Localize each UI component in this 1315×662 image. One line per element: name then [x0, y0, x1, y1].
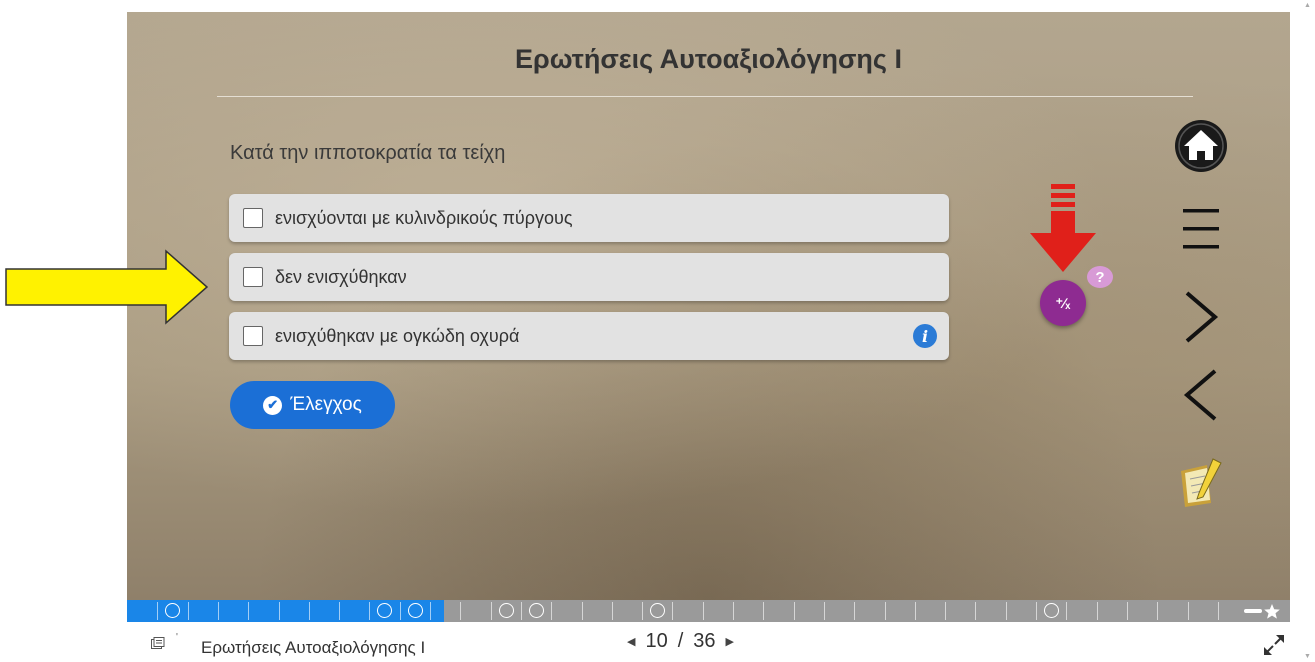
next-arrow-icon[interactable] — [1183, 289, 1219, 345]
progress-tick — [885, 602, 886, 620]
progress-tick — [309, 602, 310, 620]
progress-tick — [794, 602, 795, 620]
answer-option-2[interactable]: δεν ενισχύθηκαν — [229, 253, 949, 301]
progress-marker[interactable] — [650, 603, 665, 618]
option-checkbox[interactable] — [243, 208, 263, 228]
progress-tick — [551, 602, 552, 620]
total-pages: 36 — [693, 630, 716, 652]
progress-tick — [188, 602, 189, 620]
progress-tick — [642, 602, 643, 620]
progress-tick — [854, 602, 855, 620]
option-checkbox[interactable] — [243, 267, 263, 287]
bookmark-star-icon[interactable] — [1242, 602, 1282, 620]
progress-tick — [339, 602, 340, 620]
progress-tick — [279, 602, 280, 620]
prev-page-icon[interactable]: ◀ — [627, 635, 635, 648]
answer-option-1[interactable]: ενισχύονται με κυλινδρικούς πύργους — [229, 194, 949, 242]
red-down-arrow-icon — [1030, 184, 1096, 272]
progress-marker[interactable] — [529, 603, 544, 618]
progress-marker[interactable] — [377, 603, 392, 618]
progress-tick — [1066, 602, 1067, 620]
progress-tick — [460, 602, 461, 620]
progress-tick — [763, 602, 764, 620]
slide-canvas: Ερωτήσεις Αυτοαξιολόγησης Ι Κατά την ιππ… — [127, 12, 1290, 600]
notes-icon[interactable] — [1177, 457, 1227, 509]
progress-tick — [612, 602, 613, 620]
prev-arrow-icon[interactable] — [1183, 367, 1219, 423]
option-label: ενισχύονται με κυλινδρικούς πύργους — [275, 207, 573, 228]
progress-tick — [521, 602, 522, 620]
toc-caret-icon[interactable]: ' — [176, 632, 178, 643]
progress-tick — [1157, 602, 1158, 620]
scroll-up-icon[interactable]: ▲ — [1304, 2, 1311, 9]
progress-tick — [430, 602, 431, 620]
progress-tick — [218, 602, 219, 620]
option-label: ενισχύθηκαν με ογκώδη οχυρά — [275, 325, 520, 346]
title-divider — [217, 96, 1193, 97]
progress-tick — [1127, 602, 1128, 620]
page-navigator: ◀ 10 / 36 ▶ — [627, 630, 734, 653]
hint-calculator-button[interactable]: ⁺∕ₓ — [1040, 280, 1086, 326]
progress-tick — [1188, 602, 1189, 620]
check-button-label: Έλεγχος — [290, 394, 362, 415]
progress-tick — [400, 602, 401, 620]
menu-icon[interactable] — [1181, 207, 1221, 253]
question-text: Κατά την ιπποτοκρατία τα τείχη — [230, 142, 506, 164]
progress-tick — [672, 602, 673, 620]
yellow-pointer-arrow-icon — [5, 249, 209, 325]
page-title: Ερωτήσεις Αυτοαξιολόγησης Ι — [515, 44, 902, 74]
check-circle-icon: ✔ — [263, 395, 283, 415]
hint-button-symbol: ⁺∕ₓ — [1055, 294, 1071, 311]
footer-title: Ερωτήσεις Αυτοαξιολόγησης Ι — [201, 638, 426, 657]
option-label: δεν ενισχύθηκαν — [275, 266, 407, 287]
option-checkbox[interactable] — [243, 326, 263, 346]
next-page-icon[interactable]: ▶ — [726, 635, 734, 648]
progress-tick — [1036, 602, 1037, 620]
info-icon[interactable]: i — [913, 324, 937, 348]
progress-tick — [1218, 602, 1219, 620]
current-page: 10 — [645, 630, 668, 652]
progress-marker[interactable] — [1044, 603, 1059, 618]
progress-bar[interactable] — [127, 600, 1290, 622]
progress-tick — [733, 602, 734, 620]
progress-tick — [369, 602, 370, 620]
answer-option-3[interactable]: ενισχύθηκαν με ογκώδη οχυρά i — [229, 312, 949, 360]
check-answer-button[interactable]: ✔ Έλεγχος — [230, 381, 395, 429]
progress-tick — [1006, 602, 1007, 620]
progress-tick — [824, 602, 825, 620]
progress-tick — [491, 602, 492, 620]
home-icon[interactable] — [1174, 119, 1228, 173]
help-badge[interactable]: ? — [1087, 266, 1113, 288]
page-separator: / — [677, 630, 684, 652]
footer-bar: ' Ερωτήσεις Αυτοαξιολόγησης Ι ◀ 10 / 36 … — [127, 622, 1290, 662]
fullscreen-icon[interactable] — [1262, 633, 1286, 657]
progress-tick — [975, 602, 976, 620]
progress-tick — [582, 602, 583, 620]
table-of-contents-icon[interactable] — [151, 637, 165, 649]
progress-marker[interactable] — [499, 603, 514, 618]
scroll-down-icon[interactable]: ▼ — [1304, 653, 1311, 660]
progress-tick — [703, 602, 704, 620]
progress-tick — [1097, 602, 1098, 620]
progress-tick — [157, 602, 158, 620]
progress-tick — [248, 602, 249, 620]
progress-tick — [915, 602, 916, 620]
progress-tick — [945, 602, 946, 620]
page-scrollbar[interactable]: ▲ ▼ — [1300, 0, 1315, 662]
progress-marker[interactable] — [165, 603, 180, 618]
progress-marker[interactable] — [408, 603, 423, 618]
